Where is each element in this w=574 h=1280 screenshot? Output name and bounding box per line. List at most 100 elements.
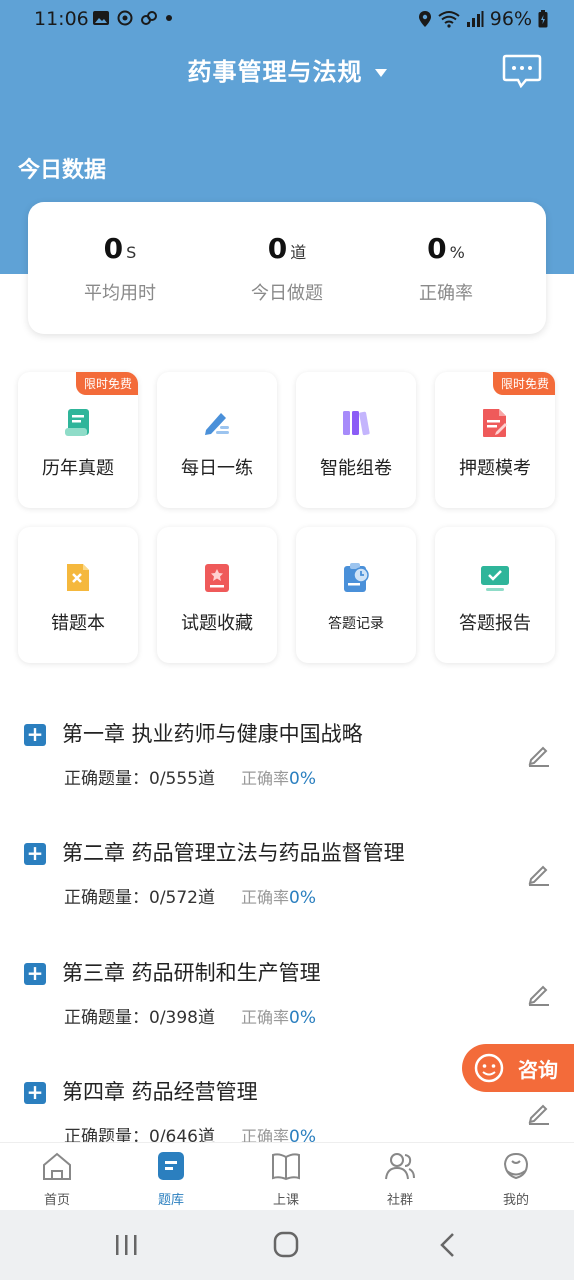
status-bar: 11:06 96% <box>0 0 574 40</box>
clipboard-clock-icon <box>344 563 369 592</box>
tile-smart-paper[interactable]: 智能组卷 <box>296 372 416 508</box>
correct-value: 0/572道 <box>149 888 215 908</box>
tab-label: 题库 <box>157 1193 184 1208</box>
rate-value: 0% <box>289 1008 316 1028</box>
rate-value: 0% <box>289 888 316 908</box>
tile-label: 智能组卷 <box>320 458 392 479</box>
bottom-tab-bar: 首页 题库 上课 社群 我的 <box>0 1142 574 1210</box>
rate-label: 正确率 <box>241 1008 290 1027</box>
rate-label: 正确率 <box>241 769 290 788</box>
chapter-title: 第二章 药品管理立法与药品监督管理 <box>62 841 405 865</box>
home-icon <box>43 1152 71 1180</box>
stat-today-questions: 0道 今日做题 <box>201 232 373 305</box>
chapter-stats: 正确题量：0/398道 正确率0% <box>64 1003 316 1028</box>
edit-icon[interactable] <box>526 1100 552 1126</box>
edit-icon[interactable] <box>526 861 552 887</box>
location-icon <box>418 11 431 27</box>
chapter-title: 第三章 药品研制和生产管理 <box>62 961 321 985</box>
stat-unit: S <box>126 243 137 262</box>
tab-question-bank[interactable]: 题库 <box>114 1143 228 1211</box>
books-icon <box>343 411 370 436</box>
signal-icon <box>466 11 484 27</box>
free-badge: 限时免费 <box>492 372 555 395</box>
rate-value: 0% <box>289 769 316 789</box>
tile-label: 每日一练 <box>181 458 253 479</box>
stat-value: 0 <box>103 232 124 265</box>
consult-label: 咨询 <box>518 1058 558 1082</box>
stat-unit: % <box>449 243 465 262</box>
tab-profile[interactable]: 我的 <box>459 1143 573 1211</box>
pencil-icon <box>205 413 229 435</box>
stat-average-time: 0S 平均用时 <box>34 232 206 305</box>
tile-favorites[interactable]: 试题收藏 <box>157 527 277 663</box>
tab-label: 我的 <box>502 1193 529 1208</box>
image-icon <box>93 11 109 25</box>
wrong-note-icon <box>67 564 89 591</box>
edit-icon[interactable] <box>526 981 552 1007</box>
chapter-title: 第四章 药品经营管理 <box>62 1080 258 1104</box>
book-icon <box>65 409 89 436</box>
expand-icon[interactable]: + <box>24 963 46 985</box>
chapter-item[interactable]: + 第二章 药品管理立法与药品监督管理 正确题量：0/572道 正确率0% <box>0 841 574 961</box>
rate-label: 正确率 <box>241 888 290 907</box>
battery-icon <box>538 10 548 28</box>
headset-icon <box>474 1053 504 1083</box>
tab-label: 社群 <box>386 1193 413 1208</box>
chapter-item[interactable]: + 第一章 执业药师与健康中国战略 正确题量：0/555道 正确率0% <box>0 722 574 842</box>
tile-label: 押题模考 <box>459 458 531 479</box>
document-icon <box>483 409 507 437</box>
tile-answer-records[interactable]: 答题记录 <box>296 527 416 663</box>
expand-icon[interactable]: + <box>24 843 46 865</box>
correct-value: 0/398道 <box>149 1008 215 1028</box>
status-notification-icons <box>92 9 174 27</box>
tab-home[interactable]: 首页 <box>0 1143 114 1211</box>
tile-label: 答题记录 <box>328 616 384 632</box>
edit-icon[interactable] <box>526 742 552 768</box>
chapter-stats: 正确题量：0/555道 正确率0% <box>64 764 316 789</box>
tile-mock-exam[interactable]: 限时免费 押题模考 <box>435 372 555 508</box>
tile-label: 历年真题 <box>42 458 114 479</box>
tile-past-exams[interactable]: 限时免费 历年真题 <box>18 372 138 508</box>
message-icon[interactable] <box>502 54 542 88</box>
correct-value: 0/555道 <box>149 769 215 789</box>
profile-icon <box>503 1152 529 1180</box>
question-bank-icon <box>158 1152 184 1180</box>
page-title: 药事管理与法规 <box>187 58 363 86</box>
home-button-icon[interactable] <box>266 1230 306 1260</box>
tile-answer-report[interactable]: 答题报告 <box>435 527 555 663</box>
tile-wrong-notebook[interactable]: 错题本 <box>18 527 138 663</box>
tile-label: 错题本 <box>51 613 105 634</box>
tab-label: 首页 <box>43 1193 70 1208</box>
tile-label: 答题报告 <box>459 613 531 634</box>
system-navigation-bar <box>0 1210 574 1280</box>
chapter-title: 第一章 执业药师与健康中国战略 <box>62 722 363 746</box>
correct-label: 正确题量： <box>64 769 149 789</box>
consult-button[interactable]: 咨询 <box>462 1044 574 1092</box>
tab-classes[interactable]: 上课 <box>229 1143 343 1211</box>
favorite-icon <box>205 564 229 592</box>
chapter-stats: 正确题量：0/572道 正确率0% <box>64 883 316 908</box>
battery-percent: 96% <box>489 8 532 30</box>
tile-label: 试题收藏 <box>181 613 253 634</box>
expand-icon[interactable]: + <box>24 724 46 746</box>
open-book-icon <box>272 1153 300 1181</box>
status-time: 11:06 <box>34 8 89 30</box>
sync-icon <box>117 10 133 26</box>
back-icon[interactable] <box>428 1230 468 1260</box>
stat-value: 0 <box>267 232 288 265</box>
stat-value: 0 <box>427 232 447 265</box>
tile-daily-practice[interactable]: 每日一练 <box>157 372 277 508</box>
caret-down-icon <box>374 68 387 77</box>
tab-label: 上课 <box>272 1193 299 1208</box>
expand-icon[interactable]: + <box>24 1082 46 1104</box>
subject-selector[interactable]: 药事管理与法规 <box>0 52 574 87</box>
monitor-check-icon <box>481 566 509 591</box>
recent-apps-icon[interactable] <box>106 1230 146 1260</box>
tab-community[interactable]: 社群 <box>343 1143 457 1211</box>
stat-label: 今日做题 <box>251 283 323 304</box>
today-stats-card: 0S 平均用时 0道 今日做题 0% 正确率 <box>28 202 546 334</box>
stat-accuracy: 0% 正确率 <box>360 232 532 305</box>
stat-label: 正确率 <box>419 283 473 304</box>
stat-unit: 道 <box>290 243 307 262</box>
stat-label: 平均用时 <box>84 283 156 304</box>
